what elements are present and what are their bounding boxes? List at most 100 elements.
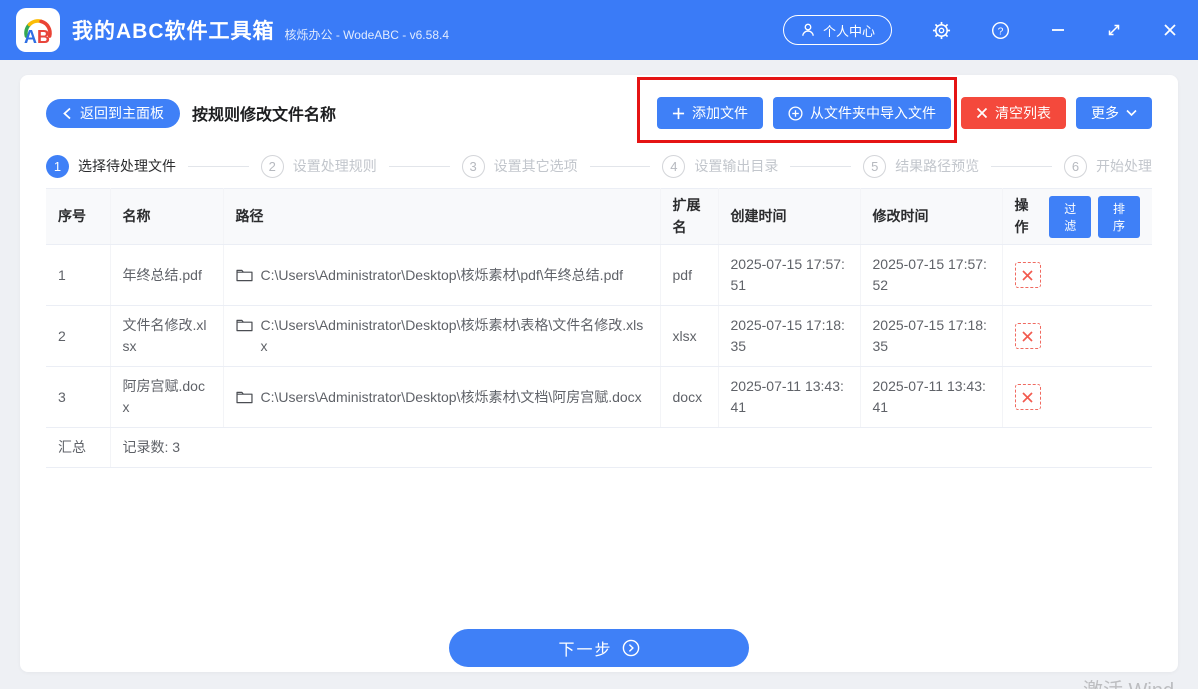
step-indicator: 1 选择待处理文件 2 设置处理规则 3 设置其它选项 4 设置输出目录 5 结… [46,152,1152,180]
step-connector [589,165,651,167]
app-subtitle: 核烁办公 - WodeABC - v6.58.4 [284,27,450,42]
delete-x-icon [1022,270,1033,281]
step-5-number: 5 [863,154,887,178]
step-connector [188,165,249,167]
clear-list-button[interactable]: 清空列表 [961,97,1066,129]
header-index: 序号 [46,187,111,246]
user-center-button[interactable]: 个人中心 [782,15,892,45]
step-3-number: 3 [461,154,485,178]
step-2-set-rules: 2 设置处理规则 [260,154,377,178]
import-from-folder-label: 从文件夹中导入文件 [810,105,936,121]
next-step-label: 下一步 [558,642,613,659]
step-1-number: 1 [46,154,69,178]
step-4-output-dir: 4 设置输出目录 [662,154,779,178]
app-logo: A B [16,8,60,52]
header-actions: 操作 过滤 排序 [1002,187,1152,246]
table-row: 2 文件名修改.xlsx C:\Users\Administrator\Desk… [46,305,1152,368]
step-6-start: 6 开始处理 [1063,154,1152,178]
cell-index: 2 [46,305,111,368]
import-from-folder-button[interactable]: 从文件夹中导入文件 [773,97,951,129]
help-icon[interactable]: ? [991,21,1010,40]
delete-row-button[interactable] [1014,384,1041,411]
summary-record-count: 记录数: 3 [110,427,1152,469]
step-1-label: 选择待处理文件 [78,158,176,174]
delete-row-button[interactable] [1014,323,1041,350]
cell-path: C:\Users\Administrator\Desktop\核烁素材\表格\文… [223,305,661,368]
step-connector [991,165,1052,167]
maximize-button[interactable] [1106,22,1122,38]
cell-actions [1002,244,1152,307]
file-table: 序号 名称 路径 扩展名 创建时间 修改时间 操作 过滤 排序 1 年终总结.p… [46,187,1152,469]
header-created: 创建时间 [718,187,861,246]
folder-icon[interactable] [235,318,253,332]
cell-modified: 2025-07-11 13:43:41 [860,366,1003,429]
x-icon [976,107,988,119]
step-4-number: 4 [662,154,686,178]
titlebar: A B 我的ABC软件工具箱 核烁办公 - WodeABC - v6.58.4 … [0,0,1198,60]
toolbar: 返回到主面板 按规则修改文件名称 添加文件 从文件夹中导入文件 清空列表 更多 [46,97,1152,129]
folder-icon[interactable] [235,268,253,282]
cell-name: 阿房宫赋.docx [110,366,224,429]
cell-name: 年终总结.pdf [110,244,224,307]
add-file-label: 添加文件 [692,105,748,121]
step-connector [388,165,450,167]
file-table-header: 序号 名称 路径 扩展名 创建时间 修改时间 操作 过滤 排序 [46,187,1152,246]
header-modified: 修改时间 [860,187,1003,246]
os-watermark: 激活 Wind [1083,674,1174,689]
back-button-label: 返回到主面板 [80,105,164,121]
titlebar-controls: 个人中心 ? [782,15,1178,45]
sort-button[interactable]: 排序 [1098,195,1140,238]
cell-path: C:\Users\Administrator\Desktop\核烁素材\文档\阿… [223,366,661,429]
chevron-left-icon [63,107,71,119]
close-button[interactable] [1162,22,1178,38]
summary-label: 汇总 [46,427,111,469]
person-icon [800,22,816,38]
toolbar-actions: 添加文件 从文件夹中导入文件 清空列表 更多 [657,97,1152,129]
step-2-number: 2 [260,154,284,178]
app-title: 我的ABC软件工具箱 [72,20,275,43]
header-name: 名称 [110,187,224,246]
svg-text:A: A [24,27,37,47]
minimize-button[interactable] [1050,22,1066,38]
path-text: C:\Users\Administrator\Desktop\核烁素材\pdf\… [260,266,624,283]
cell-index: 1 [46,244,111,307]
plus-icon [672,107,685,119]
svg-text:?: ? [998,26,1004,37]
settings-icon[interactable] [932,21,951,40]
cell-modified: 2025-07-15 17:18:35 [860,305,1003,368]
clear-list-label: 清空列表 [995,105,1051,121]
svg-text:B: B [37,27,50,47]
cell-created: 2025-07-15 17:18:35 [718,305,861,368]
folder-icon[interactable] [235,390,253,404]
table-row: 3 阿房宫赋.docx C:\Users\Administrator\Deskt… [46,366,1152,429]
cell-ext: xlsx [660,305,719,368]
cell-ext: pdf [660,244,719,307]
path-text: C:\Users\Administrator\Desktop\核烁素材\表格\文… [260,316,644,355]
cell-path: C:\Users\Administrator\Desktop\核烁素材\pdf\… [223,244,661,307]
delete-x-icon [1022,392,1033,403]
delete-row-button[interactable] [1014,262,1041,289]
step-connector [790,165,852,167]
cell-created: 2025-07-11 13:43:41 [718,366,861,429]
next-step-button[interactable]: 下一步 [449,629,749,667]
header-ext: 扩展名 [660,187,719,246]
back-to-main-button[interactable]: 返回到主面板 [46,98,180,128]
step-5-preview: 5 结果路径预览 [863,154,980,178]
filter-button[interactable]: 过滤 [1049,195,1092,238]
header-path: 路径 [223,187,661,246]
cell-ext: docx [660,366,719,429]
table-row: 1 年终总结.pdf C:\Users\Administrator\Deskto… [46,244,1152,307]
path-text: C:\Users\Administrator\Desktop\核烁素材\文档\阿… [260,388,642,405]
delete-x-icon [1022,331,1033,342]
page-title: 按规则修改文件名称 [192,107,337,124]
cell-name: 文件名修改.xlsx [110,305,224,368]
step-4-label: 设置输出目录 [694,158,779,174]
cell-actions [1002,366,1152,429]
step-6-label: 开始处理 [1095,158,1152,174]
cell-created: 2025-07-15 17:57:51 [718,244,861,307]
add-file-button[interactable]: 添加文件 [657,97,763,129]
app-logo-icon: A B [24,19,52,47]
more-button[interactable]: 更多 [1076,97,1152,129]
step-5-label: 结果路径预览 [895,158,980,174]
step-2-label: 设置处理规则 [292,158,377,174]
